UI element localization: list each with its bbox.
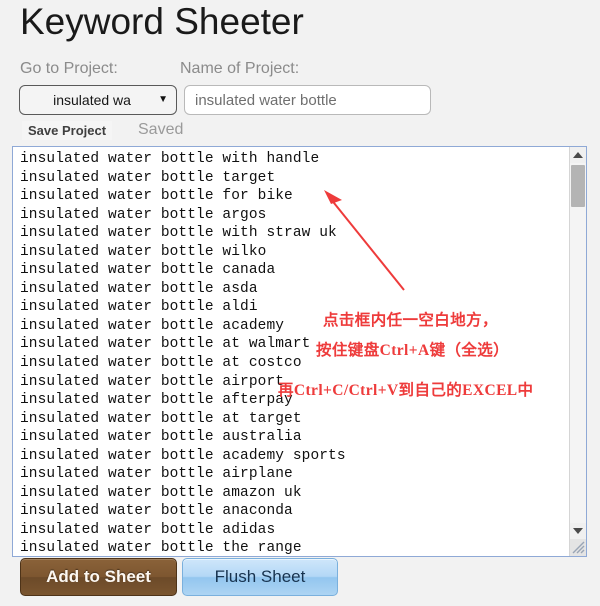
keyword-row: insulated water bottle for bike (20, 188, 293, 205)
annotation-line-1: 点击框内任一空白地方， (323, 312, 498, 329)
keyword-row: insulated water bottle academy sports (20, 447, 346, 464)
goto-project-label: Go to Project: (20, 60, 118, 77)
scroll-down-arrow-icon[interactable] (570, 523, 586, 539)
save-project-button[interactable]: Save Project (22, 121, 113, 140)
keyword-row: insulated water bottle airplane (20, 466, 293, 483)
keyword-row: insulated water bottle anaconda (20, 503, 293, 520)
keyword-row: insulated water bottle the range (20, 540, 302, 556)
add-to-sheet-button[interactable]: Add to Sheet (20, 558, 177, 596)
annotation-line-3: 再Ctrl+C/Ctrl+V到自己的EXCEL中 (278, 382, 534, 399)
keyword-row: insulated water bottle adidas (20, 521, 276, 538)
keyword-row: insulated water bottle argos (20, 206, 267, 223)
project-select-value: insulated wa (53, 92, 131, 108)
keyword-row: insulated water bottle amazon uk (20, 484, 302, 501)
keyword-row: insulated water bottle with straw uk (20, 225, 337, 242)
resize-grip-icon[interactable] (570, 539, 586, 556)
keyword-row: insulated water bottle canada (20, 262, 276, 279)
app-root: Keyword Sheeter Go to Project: Name of P… (0, 0, 600, 606)
vertical-scrollbar[interactable] (569, 147, 586, 556)
page-title: Keyword Sheeter (20, 1, 304, 42)
keyword-row: insulated water bottle with handle (20, 151, 320, 167)
annotation-line-2: 按住键盘Ctrl+A键（全选） (316, 342, 510, 359)
keyword-row: insulated water bottle at target (20, 410, 302, 427)
save-status-text: Saved (138, 121, 184, 138)
project-select[interactable]: insulated wa ▼ (19, 85, 177, 115)
keyword-row: insulated water bottle australia (20, 429, 302, 446)
name-of-project-label: Name of Project: (180, 60, 300, 77)
keyword-row: insulated water bottle wilko (20, 243, 267, 260)
scrollbar-thumb[interactable] (571, 165, 585, 207)
keyword-row: insulated water bottle target (20, 169, 276, 186)
chevron-down-icon: ▼ (158, 94, 168, 105)
keyword-row: insulated water bottle asda (20, 280, 258, 297)
flush-sheet-button[interactable]: Flush Sheet (182, 558, 338, 596)
scroll-up-arrow-icon[interactable] (570, 147, 586, 163)
project-name-input[interactable] (184, 85, 431, 115)
